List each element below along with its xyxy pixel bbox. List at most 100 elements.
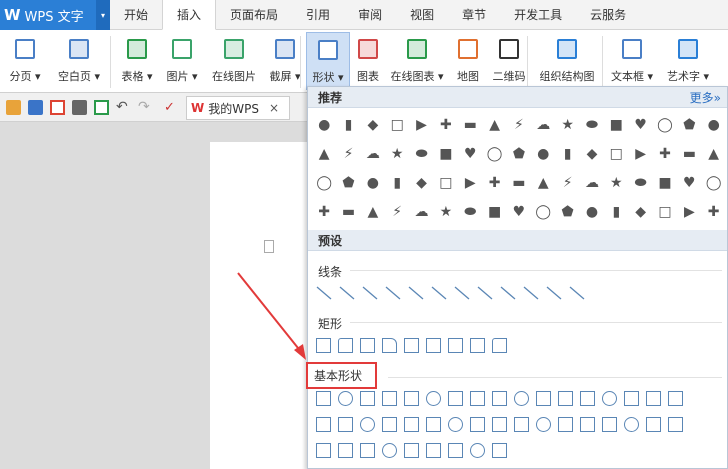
recommended-shape[interactable]: ▬ [341, 204, 357, 220]
recommended-shape[interactable]: ▮ [341, 117, 357, 133]
basic-shape[interactable] [580, 417, 595, 432]
close-tab-icon[interactable]: × [269, 101, 279, 115]
export-pdf-icon[interactable] [50, 100, 65, 115]
basic-shape[interactable] [360, 391, 375, 406]
tab-2[interactable]: 页面布局 [216, 0, 292, 29]
recommended-shape[interactable]: ▶ [633, 146, 649, 162]
recommended-shape[interactable]: ◆ [365, 117, 381, 133]
recommended-shape[interactable]: ⚡ [560, 175, 576, 191]
recommended-shape[interactable]: ☁ [365, 146, 381, 162]
recommended-shape[interactable]: ■ [438, 146, 454, 162]
recommended-shape[interactable]: ☁ [584, 175, 600, 191]
recommended-shape[interactable]: □ [389, 117, 405, 133]
recommended-shape[interactable]: ♥ [681, 175, 697, 191]
line-shape[interactable] [339, 285, 355, 301]
recommended-shape[interactable]: ▲ [365, 204, 381, 220]
rectangle-shape[interactable] [470, 338, 485, 353]
rectangle-shape[interactable] [492, 338, 507, 353]
recommended-shape[interactable]: ✚ [487, 175, 503, 191]
ribbon-btn-2[interactable]: 表格 ▾ [118, 32, 156, 90]
recommended-shape[interactable]: ▶ [414, 117, 430, 133]
recommended-shape[interactable]: ⬬ [633, 175, 649, 191]
recommended-shape[interactable]: ▲ [706, 146, 722, 162]
basic-shape[interactable] [426, 391, 441, 406]
ribbon-btn-7[interactable]: 图表 [353, 32, 383, 90]
recommended-shape[interactable]: ◯ [487, 146, 503, 162]
recommended-shape[interactable]: ◆ [414, 175, 430, 191]
recommended-shape[interactable]: ▮ [608, 204, 624, 220]
open-icon[interactable] [6, 100, 21, 115]
ribbon-btn-0[interactable]: 分页 ▾ [6, 32, 44, 90]
recommended-shape[interactable]: ◯ [706, 175, 722, 191]
recommended-shape[interactable]: ● [316, 117, 332, 133]
basic-shape[interactable] [602, 417, 617, 432]
customize-toolbar-icon[interactable]: ✓ [164, 100, 179, 115]
basic-shape[interactable] [646, 391, 661, 406]
tab-8[interactable]: 云服务 [576, 0, 640, 29]
recommended-shape[interactable]: ♥ [511, 204, 527, 220]
print-preview-icon[interactable] [94, 100, 109, 115]
rectangle-shape[interactable] [382, 338, 397, 353]
undo-icon[interactable]: ↶ [116, 100, 131, 115]
basic-shape[interactable] [426, 443, 441, 458]
recommended-shape[interactable]: ▶ [681, 204, 697, 220]
rectangle-shape[interactable] [426, 338, 441, 353]
recommended-shape[interactable]: □ [657, 204, 673, 220]
recommended-shape[interactable]: ⬟ [560, 204, 576, 220]
tab-0[interactable]: 开始 [110, 0, 162, 29]
basic-shape[interactable] [558, 391, 573, 406]
basic-shape[interactable] [668, 417, 683, 432]
line-shape[interactable] [385, 285, 401, 301]
basic-shape[interactable] [404, 417, 419, 432]
line-shape[interactable] [408, 285, 424, 301]
recommended-shape[interactable]: ● [535, 146, 551, 162]
recommended-shape[interactable]: ✚ [316, 204, 332, 220]
recommended-shape[interactable]: ■ [657, 175, 673, 191]
basic-shape[interactable] [382, 443, 397, 458]
recommended-shape[interactable]: ▲ [535, 175, 551, 191]
document-page[interactable] [210, 142, 320, 469]
tab-6[interactable]: 章节 [448, 0, 500, 29]
app-menu-dropdown-icon[interactable]: ▾ [96, 0, 110, 30]
line-shape[interactable] [431, 285, 447, 301]
basic-shape[interactable] [492, 443, 507, 458]
recommended-shape[interactable]: ◯ [316, 175, 332, 191]
basic-shape[interactable] [448, 417, 463, 432]
recommended-shape[interactable]: ⚡ [389, 204, 405, 220]
line-shape[interactable] [569, 285, 585, 301]
recommended-shape[interactable]: ▲ [487, 117, 503, 133]
line-shape[interactable] [362, 285, 378, 301]
basic-shape[interactable] [338, 417, 353, 432]
recommended-shape[interactable]: ▶ [462, 175, 478, 191]
ribbon-btn-9[interactable]: 地图 [453, 32, 483, 90]
line-shape[interactable] [523, 285, 539, 301]
basic-shape[interactable] [580, 391, 595, 406]
recommended-shape[interactable]: ◆ [633, 204, 649, 220]
recommended-shape[interactable]: ▬ [462, 117, 478, 133]
rectangle-shape[interactable] [404, 338, 419, 353]
recommended-shape[interactable]: ◆ [584, 146, 600, 162]
rectangle-shape[interactable] [448, 338, 463, 353]
recommended-shape[interactable]: ▬ [511, 175, 527, 191]
recommended-shape[interactable]: ▮ [560, 146, 576, 162]
basic-shape[interactable] [492, 417, 507, 432]
ribbon-btn-13[interactable]: 艺术字 ▾ [664, 32, 712, 90]
basic-shape[interactable] [514, 417, 529, 432]
basic-shape[interactable] [316, 391, 331, 406]
basic-shape[interactable] [316, 417, 331, 432]
basic-shape[interactable] [426, 417, 441, 432]
recommended-shape[interactable]: ♥ [462, 146, 478, 162]
basic-shape[interactable] [448, 391, 463, 406]
basic-shape[interactable] [558, 417, 573, 432]
basic-shape[interactable] [360, 443, 375, 458]
basic-shape[interactable] [316, 443, 331, 458]
basic-shape[interactable] [470, 391, 485, 406]
recommended-shape[interactable]: ▮ [389, 175, 405, 191]
line-shape[interactable] [477, 285, 493, 301]
line-shape[interactable] [546, 285, 562, 301]
ribbon-btn-4[interactable]: 在线图片 [208, 32, 260, 90]
recommended-shape[interactable]: ⬟ [511, 146, 527, 162]
recommended-shape[interactable]: ◯ [535, 204, 551, 220]
basic-shape[interactable] [338, 443, 353, 458]
recommended-shape[interactable]: ✚ [706, 204, 722, 220]
